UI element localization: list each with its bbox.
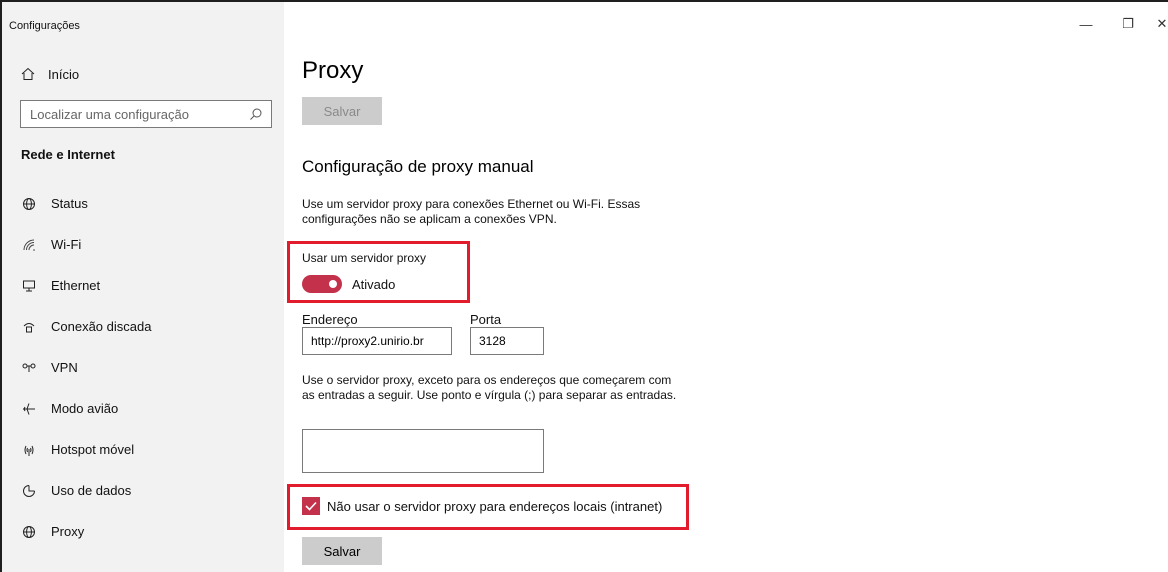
restore-button[interactable]: ❐ (1118, 14, 1138, 34)
sidebar-item-wifi[interactable]: Wi-Fi (2, 224, 284, 265)
proxy-toggle-row: Ativado (302, 275, 395, 293)
proxy-toggle-label: Usar um servidor proxy (302, 251, 427, 265)
hotspot-icon (21, 442, 37, 458)
search-icon[interactable] (249, 107, 263, 121)
home-link[interactable]: Início (20, 66, 79, 82)
group-title: Rede e Internet (21, 147, 115, 162)
proxy-toggle-state: Ativado (352, 276, 396, 292)
sidebar: Configurações Início Rede e Internet Sta… (2, 2, 284, 572)
dialup-icon (21, 319, 37, 335)
ethernet-icon (21, 278, 37, 294)
sidebar-item-label: Proxy (51, 524, 85, 539)
sidebar-item-hotspot[interactable]: Hotspot móvel (2, 429, 284, 470)
close-button[interactable]: ✕ (1156, 14, 1168, 34)
sidebar-nav: Status Wi-Fi Ethernet Conexão discada VP… (2, 183, 284, 552)
vpn-icon (21, 360, 37, 376)
page-title: Proxy (302, 57, 364, 84)
sidebar-item-vpn[interactable]: VPN (2, 347, 284, 388)
sidebar-item-dialup[interactable]: Conexão discada (2, 306, 284, 347)
sidebar-item-ethernet[interactable]: Ethernet (2, 265, 284, 306)
sidebar-item-label: Conexão discada (51, 319, 152, 334)
search-input[interactable] (30, 106, 240, 122)
local-bypass-label: Não usar o servidor proxy para endereços… (327, 498, 663, 514)
proxy-globe-icon (21, 524, 37, 540)
window-title: Configurações (9, 20, 80, 32)
checkmark-icon (305, 501, 317, 511)
port-field[interactable] (470, 327, 544, 355)
sidebar-item-status[interactable]: Status (2, 183, 284, 224)
sidebar-item-label: Uso de dados (51, 483, 132, 498)
exceptions-description: Use o servidor proxy, exceto para os end… (302, 373, 677, 402)
port-label: Porta (470, 312, 502, 327)
home-icon (20, 66, 36, 82)
sidebar-item-label: VPN (51, 360, 78, 375)
section-title: Configuração de proxy manual (302, 157, 534, 176)
sidebar-item-label: Ethernet (51, 278, 101, 293)
data-usage-icon (21, 483, 37, 499)
sidebar-item-label: Status (51, 196, 88, 211)
sidebar-item-data-usage[interactable]: Uso de dados (2, 470, 284, 511)
sidebar-item-label: Modo avião (51, 401, 119, 416)
exceptions-textarea[interactable] (302, 429, 544, 473)
address-label: Endereço (302, 312, 358, 327)
wifi-icon (21, 237, 37, 253)
sidebar-item-label: Hotspot móvel (51, 442, 135, 457)
save-button-bottom[interactable]: Salvar (302, 537, 382, 565)
minimize-button[interactable]: — (1076, 14, 1096, 34)
local-bypass-checkbox[interactable] (302, 497, 320, 515)
section-description: Use um servidor proxy para conexões Ethe… (302, 197, 641, 226)
proxy-toggle-switch[interactable] (302, 275, 342, 293)
globe-status-icon (21, 196, 37, 212)
address-field[interactable] (302, 327, 452, 355)
airplane-icon (21, 401, 37, 417)
sidebar-item-proxy[interactable]: Proxy (2, 511, 284, 552)
search-box[interactable] (20, 100, 272, 128)
sidebar-item-label: Wi-Fi (51, 237, 82, 252)
local-bypass-row: Não usar o servidor proxy para endereços… (302, 497, 662, 515)
home-label: Início (48, 66, 80, 82)
toggle-knob (329, 280, 337, 288)
sidebar-item-airplane[interactable]: Modo avião (2, 388, 284, 429)
save-button-top[interactable]: Salvar (302, 97, 382, 125)
